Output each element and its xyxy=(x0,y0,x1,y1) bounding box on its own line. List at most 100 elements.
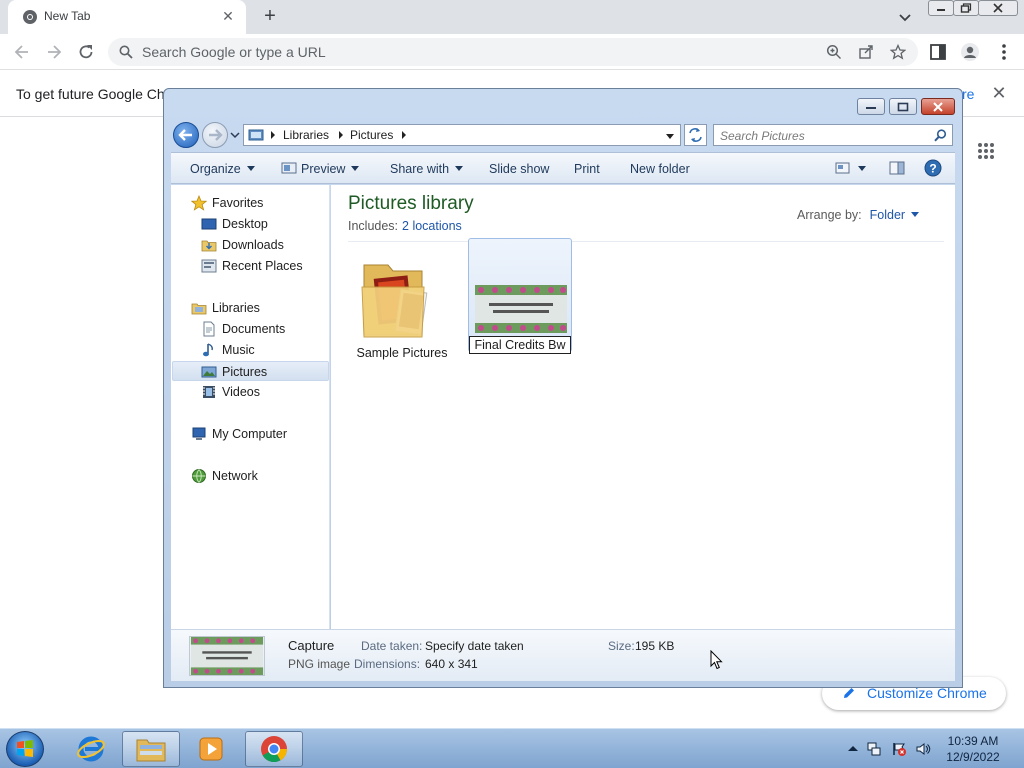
windows-logo-icon xyxy=(17,740,33,757)
size-value: 195 KB xyxy=(635,639,675,653)
taskbar-google-chrome[interactable] xyxy=(245,731,303,767)
network-tray-icon[interactable] xyxy=(866,741,882,757)
print-button[interactable]: Print xyxy=(574,162,600,176)
taskbar-clock-date[interactable]: 12/9/2022 xyxy=(942,750,1004,764)
breadcrumb-arrow-icon[interactable] xyxy=(400,130,408,140)
videos-icon xyxy=(203,386,215,398)
item-label-editing[interactable]: Final Credits Bw xyxy=(469,336,571,354)
chrome-tab-strip: New Tab ✕ + xyxy=(0,0,1024,34)
arrange-by-dropdown[interactable]: Folder xyxy=(869,208,920,222)
zoom-icon[interactable] xyxy=(826,44,842,60)
share-with-label: Share with xyxy=(390,162,450,176)
search-pictures-box[interactable] xyxy=(713,124,953,146)
chevron-down-icon[interactable] xyxy=(896,8,914,26)
explorer-minimize-button[interactable] xyxy=(857,98,885,115)
arrange-by-value: Folder xyxy=(869,208,906,222)
tab-title: New Tab xyxy=(44,9,91,23)
library-title: Pictures library xyxy=(348,193,474,214)
nav-music[interactable]: Music xyxy=(172,340,329,360)
nav-my-computer-label: My Computer xyxy=(212,427,288,441)
nav-music-label: Music xyxy=(222,343,255,357)
details-thumbnail xyxy=(189,636,265,676)
chrome-favicon-icon xyxy=(23,10,37,24)
nav-favorites[interactable]: Favorites xyxy=(172,193,329,213)
tab-new-tab[interactable]: New Tab ✕ xyxy=(8,0,246,34)
view-chevron-down-icon[interactable] xyxy=(857,161,867,175)
volume-icon[interactable] xyxy=(915,741,931,757)
nav-pictures[interactable]: Pictures xyxy=(172,361,329,381)
explorer-forward-button[interactable] xyxy=(202,122,228,148)
explorer-maximize-button[interactable] xyxy=(889,98,917,115)
omnibox-input[interactable] xyxy=(142,43,782,61)
mouse-pointer-icon xyxy=(710,650,723,670)
preview-pane-icon[interactable] xyxy=(889,161,905,175)
help-icon[interactable]: ? xyxy=(924,159,942,177)
infobar-close-icon[interactable]: ✕ xyxy=(990,84,1008,102)
nav-libraries-label: Libraries xyxy=(212,301,260,315)
refresh-button[interactable] xyxy=(684,124,707,146)
bookmark-star-icon[interactable] xyxy=(890,44,906,60)
chrome-restore-button[interactable] xyxy=(953,0,979,16)
star-icon xyxy=(191,195,207,211)
address-bar[interactable]: Libraries Pictures xyxy=(243,124,681,146)
nav-network[interactable]: Network xyxy=(172,466,329,486)
breadcrumb-pictures[interactable]: Pictures xyxy=(350,128,393,142)
taskbar-windows-explorer[interactable] xyxy=(122,731,180,767)
show-hidden-icons-icon[interactable] xyxy=(845,741,861,757)
action-center-icon[interactable] xyxy=(891,741,907,757)
slide-show-button[interactable]: Slide show xyxy=(489,162,549,176)
nav-my-computer[interactable]: My Computer xyxy=(172,424,329,444)
details-file-name: Capture xyxy=(288,638,335,653)
apps-grid-icon[interactable] xyxy=(977,142,995,160)
new-tab-button[interactable]: + xyxy=(260,6,280,26)
breadcrumb-arrow-icon[interactable] xyxy=(269,130,277,140)
profile-avatar-icon[interactable] xyxy=(960,42,980,62)
recent-pages-chevron-icon[interactable] xyxy=(230,130,240,140)
folder-icon xyxy=(136,739,166,762)
nav-videos[interactable]: Videos xyxy=(172,382,329,402)
search-pictures-input[interactable] xyxy=(720,128,920,143)
preview-menu[interactable]: Preview xyxy=(301,162,360,176)
start-button[interactable] xyxy=(6,731,44,767)
share-with-menu[interactable]: Share with xyxy=(390,162,464,176)
infobar-link[interactable]: re xyxy=(962,86,974,102)
reload-icon[interactable] xyxy=(76,42,96,62)
side-panel-icon[interactable] xyxy=(928,42,948,62)
view-options-icon[interactable] xyxy=(835,161,851,175)
nav-libraries[interactable]: Libraries xyxy=(172,298,329,318)
forward-arrow-icon[interactable] xyxy=(44,42,64,62)
omnibox[interactable] xyxy=(108,38,918,66)
search-icon[interactable] xyxy=(934,129,947,142)
content-pane: Pictures library Includes: 2 locations Ar… xyxy=(331,185,955,629)
nav-recent-places[interactable]: Recent Places xyxy=(172,256,329,276)
nav-downloads[interactable]: Downloads xyxy=(172,235,329,255)
organize-menu[interactable]: Organize xyxy=(190,162,255,176)
menu-kebab-icon[interactable] xyxy=(994,42,1014,62)
arrange-by-label: Arrange by: xyxy=(797,208,862,222)
nav-desktop-label: Desktop xyxy=(222,217,268,231)
command-bar: Organize Preview Share with Slide show P… xyxy=(171,152,955,184)
taskbar-clock-time[interactable]: 10:39 AM xyxy=(942,734,1004,748)
explorer-close-button[interactable] xyxy=(921,98,955,115)
back-arrow-icon[interactable] xyxy=(12,42,32,62)
nav-documents[interactable]: Documents xyxy=(172,319,329,339)
chrome-minimize-button[interactable] xyxy=(928,0,954,16)
item-sample-pictures[interactable]: Sample Pictures xyxy=(350,247,454,361)
breadcrumb-arrow-icon[interactable] xyxy=(337,130,345,140)
taskbar-media-player[interactable] xyxy=(182,731,240,767)
share-icon[interactable] xyxy=(858,44,874,60)
item-final-credits-bw[interactable]: Final Credits Bw xyxy=(468,238,572,354)
music-note-icon xyxy=(203,343,213,357)
details-file-type: PNG image xyxy=(288,657,351,671)
forward-arrow-icon xyxy=(209,129,223,141)
taskbar-internet-explorer[interactable] xyxy=(62,731,120,767)
includes-locations-link[interactable]: 2 locations xyxy=(402,219,462,233)
new-folder-button[interactable]: New folder xyxy=(630,162,690,176)
chrome-close-button[interactable] xyxy=(978,0,1018,16)
nav-desktop[interactable]: Desktop xyxy=(172,214,329,234)
explorer-back-button[interactable] xyxy=(173,122,199,148)
address-history-chevron-icon[interactable] xyxy=(665,131,675,141)
breadcrumb-libraries[interactable]: Libraries xyxy=(283,128,329,142)
tab-close-icon[interactable]: ✕ xyxy=(220,8,236,24)
date-taken-value[interactable]: Specify date taken xyxy=(425,639,524,653)
